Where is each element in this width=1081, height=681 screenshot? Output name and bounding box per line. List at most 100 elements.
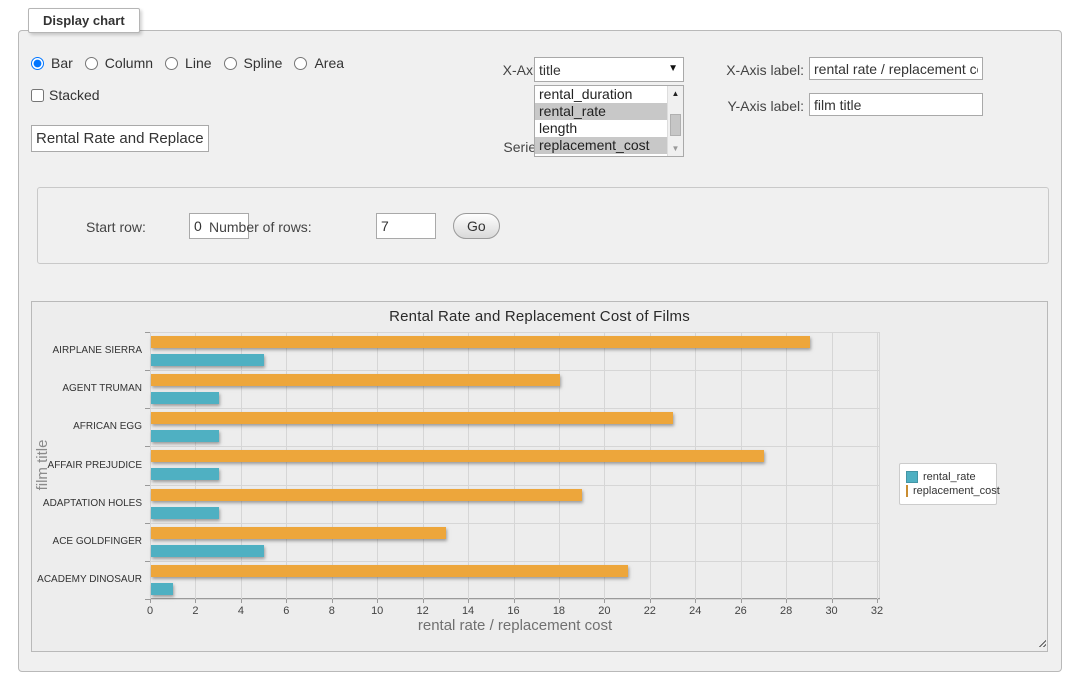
x-tick-label: 30 bbox=[817, 605, 847, 617]
category-label: ADAPTATION HOLES bbox=[32, 498, 142, 509]
gridline bbox=[150, 485, 880, 486]
chart-bar-replacement-cost[interactable] bbox=[151, 527, 446, 539]
chart-type-radio-column[interactable] bbox=[85, 57, 98, 70]
x-axis-tick bbox=[877, 599, 878, 603]
gridline bbox=[150, 599, 880, 600]
chart-bar-rental-rate[interactable] bbox=[151, 468, 219, 480]
series-option-rental-duration[interactable]: rental_duration bbox=[535, 86, 667, 103]
gridline bbox=[150, 446, 880, 447]
gridline bbox=[877, 332, 878, 599]
y-axis-tick bbox=[145, 561, 150, 562]
series-select-label: Series: bbox=[439, 139, 547, 155]
y-axis-tick bbox=[145, 332, 150, 333]
chart-type-radio-area[interactable] bbox=[294, 57, 307, 70]
chart-type-label-line: Line bbox=[185, 55, 211, 71]
chart-bar-replacement-cost[interactable] bbox=[151, 489, 582, 501]
resize-handle-icon[interactable] bbox=[1036, 637, 1046, 647]
gridline bbox=[150, 523, 880, 524]
gridline bbox=[650, 332, 651, 599]
x-tick-label: 22 bbox=[635, 605, 665, 617]
x-tick-label: 6 bbox=[271, 605, 301, 617]
chart-type-label-bar: Bar bbox=[51, 55, 73, 71]
chart-x-axis-title: rental rate / replacement cost bbox=[150, 617, 880, 634]
series-listbox[interactable]: rental_duration rental_rate length repla… bbox=[534, 85, 684, 157]
chart-bar-replacement-cost[interactable] bbox=[151, 565, 628, 577]
x-axis-select[interactable]: title bbox=[534, 57, 684, 82]
scroll-up-icon[interactable]: ▲ bbox=[668, 86, 683, 101]
scrollbar-thumb[interactable] bbox=[670, 114, 681, 136]
x-axis-tick bbox=[559, 599, 560, 603]
legend-swatch-replacement-cost bbox=[906, 485, 908, 497]
x-tick-label: 4 bbox=[226, 605, 256, 617]
chart-type-radio-line[interactable] bbox=[165, 57, 178, 70]
x-tick-label: 16 bbox=[499, 605, 529, 617]
gridline bbox=[377, 332, 378, 599]
series-scrollbar[interactable]: ▲ ▼ bbox=[667, 86, 683, 156]
category-label: ACE GOLDFINGER bbox=[32, 536, 142, 547]
gridline bbox=[786, 332, 787, 599]
gridline bbox=[195, 332, 196, 599]
gridline bbox=[832, 332, 833, 599]
x-axis-tick bbox=[377, 599, 378, 603]
chart-bar-rental-rate[interactable] bbox=[151, 392, 219, 404]
display-chart-fieldset: Bar Column Line Spline Area Stacked X-Ax… bbox=[18, 30, 1062, 672]
chart-bar-rental-rate[interactable] bbox=[151, 545, 264, 557]
plot-right-border bbox=[879, 332, 880, 599]
y-axis-tick bbox=[145, 408, 150, 409]
x-axis-tick bbox=[286, 599, 287, 603]
x-axis-tick bbox=[150, 599, 151, 603]
chart-type-radio-bar[interactable] bbox=[31, 57, 44, 70]
x-tick-label: 28 bbox=[771, 605, 801, 617]
chart-plot-area bbox=[150, 332, 880, 599]
x-tick-label: 18 bbox=[544, 605, 574, 617]
num-rows-label: Number of rows: bbox=[209, 219, 371, 235]
display-chart-tab: Display chart bbox=[28, 8, 140, 33]
gridline bbox=[150, 408, 880, 409]
category-label: AFRICAN EGG bbox=[32, 421, 142, 432]
page: Display chart Bar Column Line Spline Are… bbox=[0, 0, 1081, 681]
chart-title-input[interactable] bbox=[31, 125, 209, 152]
chart-bar-rental-rate[interactable] bbox=[151, 354, 264, 366]
chart-bar-rental-rate[interactable] bbox=[151, 507, 219, 519]
x-axis-label-field-label: X-Axis label: bbox=[684, 62, 804, 78]
x-axis-label-input[interactable] bbox=[809, 57, 983, 80]
x-axis-tick bbox=[786, 599, 787, 603]
chart-type-label-column: Column bbox=[105, 55, 153, 71]
y-axis-tick bbox=[145, 523, 150, 524]
legend-label-replacement-cost: replacement_cost bbox=[913, 485, 1000, 497]
chart-bar-rental-rate[interactable] bbox=[151, 430, 219, 442]
legend-label-rental-rate: rental_rate bbox=[923, 471, 976, 483]
chart-legend: rental_rate replacement_cost bbox=[899, 463, 997, 505]
scroll-down-icon[interactable]: ▼ bbox=[668, 141, 683, 156]
chart-type-radio-spline[interactable] bbox=[224, 57, 237, 70]
go-button[interactable]: Go bbox=[453, 213, 500, 239]
series-option-length[interactable]: length bbox=[535, 120, 667, 137]
gridline bbox=[604, 332, 605, 599]
num-rows-input[interactable] bbox=[376, 213, 436, 239]
x-axis-tick bbox=[468, 599, 469, 603]
legend-item-replacement-cost[interactable]: replacement_cost bbox=[906, 485, 990, 497]
x-axis-tick bbox=[195, 599, 196, 603]
chart-bar-replacement-cost[interactable] bbox=[151, 374, 560, 386]
chart-bar-replacement-cost[interactable] bbox=[151, 412, 673, 424]
x-axis-tick bbox=[650, 599, 651, 603]
chart-title: Rental Rate and Replacement Cost of Film… bbox=[32, 308, 1047, 325]
chart-bar-rental-rate[interactable] bbox=[151, 583, 173, 595]
start-row-label: Start row: bbox=[86, 219, 186, 235]
y-axis-label-field-label: Y-Axis label: bbox=[684, 98, 804, 114]
series-option-replacement-cost[interactable]: replacement_cost bbox=[535, 137, 667, 154]
chart-bar-replacement-cost[interactable] bbox=[151, 336, 810, 348]
x-axis-tick bbox=[332, 599, 333, 603]
x-axis-tick bbox=[604, 599, 605, 603]
category-label: ACADEMY DINOSAUR bbox=[32, 574, 142, 585]
x-tick-label: 10 bbox=[362, 605, 392, 617]
y-axis-label-input[interactable] bbox=[809, 93, 983, 116]
x-axis-select-label: X-Axis: bbox=[439, 62, 547, 78]
stacked-checkbox[interactable] bbox=[31, 89, 44, 102]
x-axis-tick bbox=[423, 599, 424, 603]
series-option-rental-rate[interactable]: rental_rate bbox=[535, 103, 667, 120]
gridline bbox=[150, 561, 880, 562]
legend-item-rental-rate[interactable]: rental_rate bbox=[906, 471, 990, 483]
chart-bar-replacement-cost[interactable] bbox=[151, 450, 764, 462]
x-tick-label: 32 bbox=[862, 605, 892, 617]
